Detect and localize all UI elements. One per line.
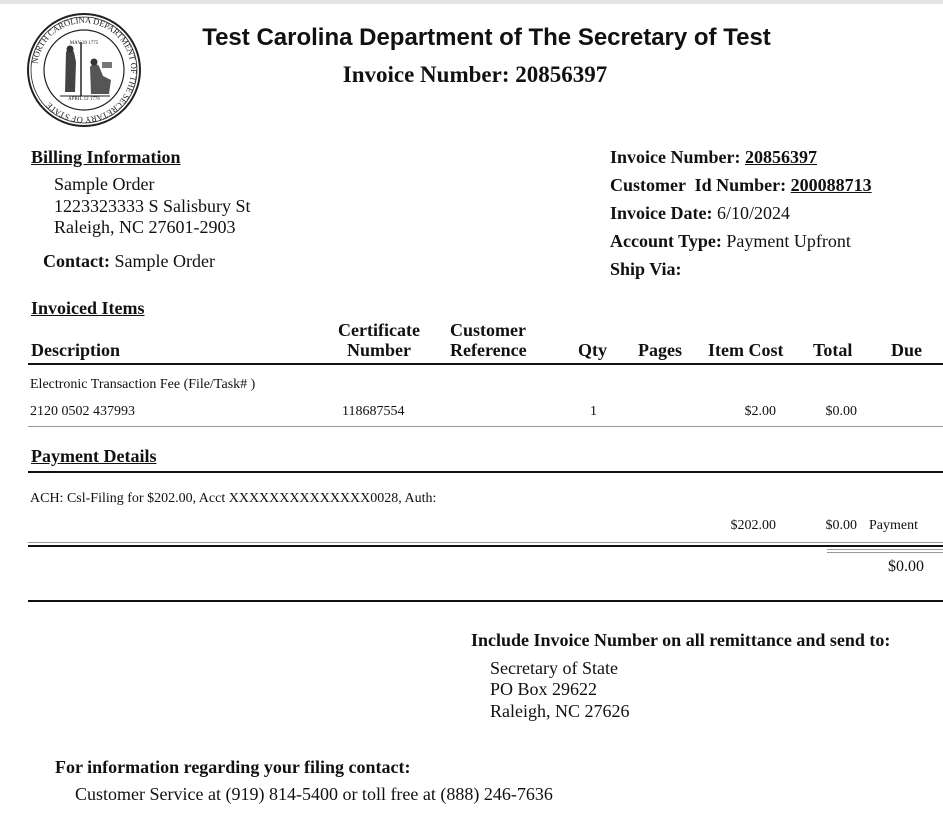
payment-double-rule-bottom [28,545,943,547]
col-pages: Pages [638,340,682,360]
customer-id-label: Customer Id Number: [610,175,787,195]
billing-city-state-zip: Raleigh, NC 27601-2903 [54,217,236,237]
col-certificate-line2: Number [347,340,411,360]
payment-total: $0.00 [825,518,858,533]
payment-double-rule-top [28,542,943,543]
ship-via-label: Ship Via: [610,259,682,279]
col-due: Due [891,340,922,360]
customer-id-row: Customer Id Number: 200088713 [610,175,872,196]
billing-contact: Contact: Sample Order [43,251,215,272]
item-file-number: 2120 0502 437993 [30,404,135,419]
item-description: Electronic Transaction Fee (File/Task# ) [30,377,256,392]
remittance-line2: PO Box 29622 [490,679,598,699]
contact-label: Contact: [43,251,110,271]
col-item-cost: Item Cost [708,340,784,360]
items-header-rule [28,363,943,365]
balance-rule-1 [827,549,943,550]
account-type-value: Payment Upfront [726,231,851,251]
payment-header-rule [28,471,943,473]
payment-amount: $202.00 [730,518,777,533]
col-qty: Qty [578,340,607,360]
customer-id-value: 200088713 [790,175,872,195]
col-customer-line1: Customer [450,320,526,340]
payment-details-heading: Payment Details [31,446,157,466]
contact-value: Sample Order [114,251,215,271]
col-customer-line2: Reference [450,340,527,360]
balance-due: $0.00 [888,558,924,575]
item-qty: 1 [590,404,597,419]
col-total: Total [813,340,853,360]
invoice-number-label: Invoice Number: [610,147,741,167]
col-certificate-number: Certificate Number [334,320,424,360]
item-cost: $2.00 [744,404,777,419]
account-type-label: Account Type: [610,231,722,251]
billing-street: 1223323333 S Salisbury St [54,196,251,216]
balance-footer-rule [28,600,943,602]
invoice-date-row: Invoice Date: 6/10/2024 [610,203,790,224]
col-customer-reference: Customer Reference [450,320,527,360]
ship-via-row: Ship Via: [610,259,682,280]
invoice-date-value: 6/10/2024 [716,203,790,223]
invoice-number-row: Invoice Number: 20856397 [610,147,817,168]
payment-line: ACH: Csl-Filing for $202.00, Acct XXXXXX… [30,491,437,506]
contact-info-line: Customer Service at (919) 814-5400 or to… [75,784,553,804]
window-top-border [0,0,943,4]
items-footer-rule [28,426,943,427]
remittance-line1: Secretary of State [490,658,618,678]
col-description: Description [31,340,120,360]
agency-title: Test Carolina Department of The Secretar… [202,24,771,51]
remittance-line3: Raleigh, NC 27626 [490,701,630,721]
invoice-date-label: Invoice Date: [610,203,713,223]
contact-info-heading: For information regarding your filing co… [55,757,411,777]
billing-information-heading: Billing Information [31,147,181,167]
billing-name: Sample Order [54,174,155,194]
item-certificate-number: 118687554 [342,404,405,419]
svg-text:APRIL 12 1776: APRIL 12 1776 [68,97,100,102]
payment-type: Payment [869,518,918,533]
item-total: $0.00 [825,404,858,419]
invoiced-items-heading: Invoiced Items [31,298,145,318]
invoice-number-heading: Invoice Number: 20856397 [342,62,608,87]
remittance-heading: Include Invoice Number on all remittance… [471,630,891,650]
balance-rule-2 [827,552,943,553]
invoice-number-value: 20856397 [744,147,817,167]
account-type-row: Account Type: Payment Upfront [610,231,851,252]
col-certificate-line1: Certificate [338,320,420,340]
